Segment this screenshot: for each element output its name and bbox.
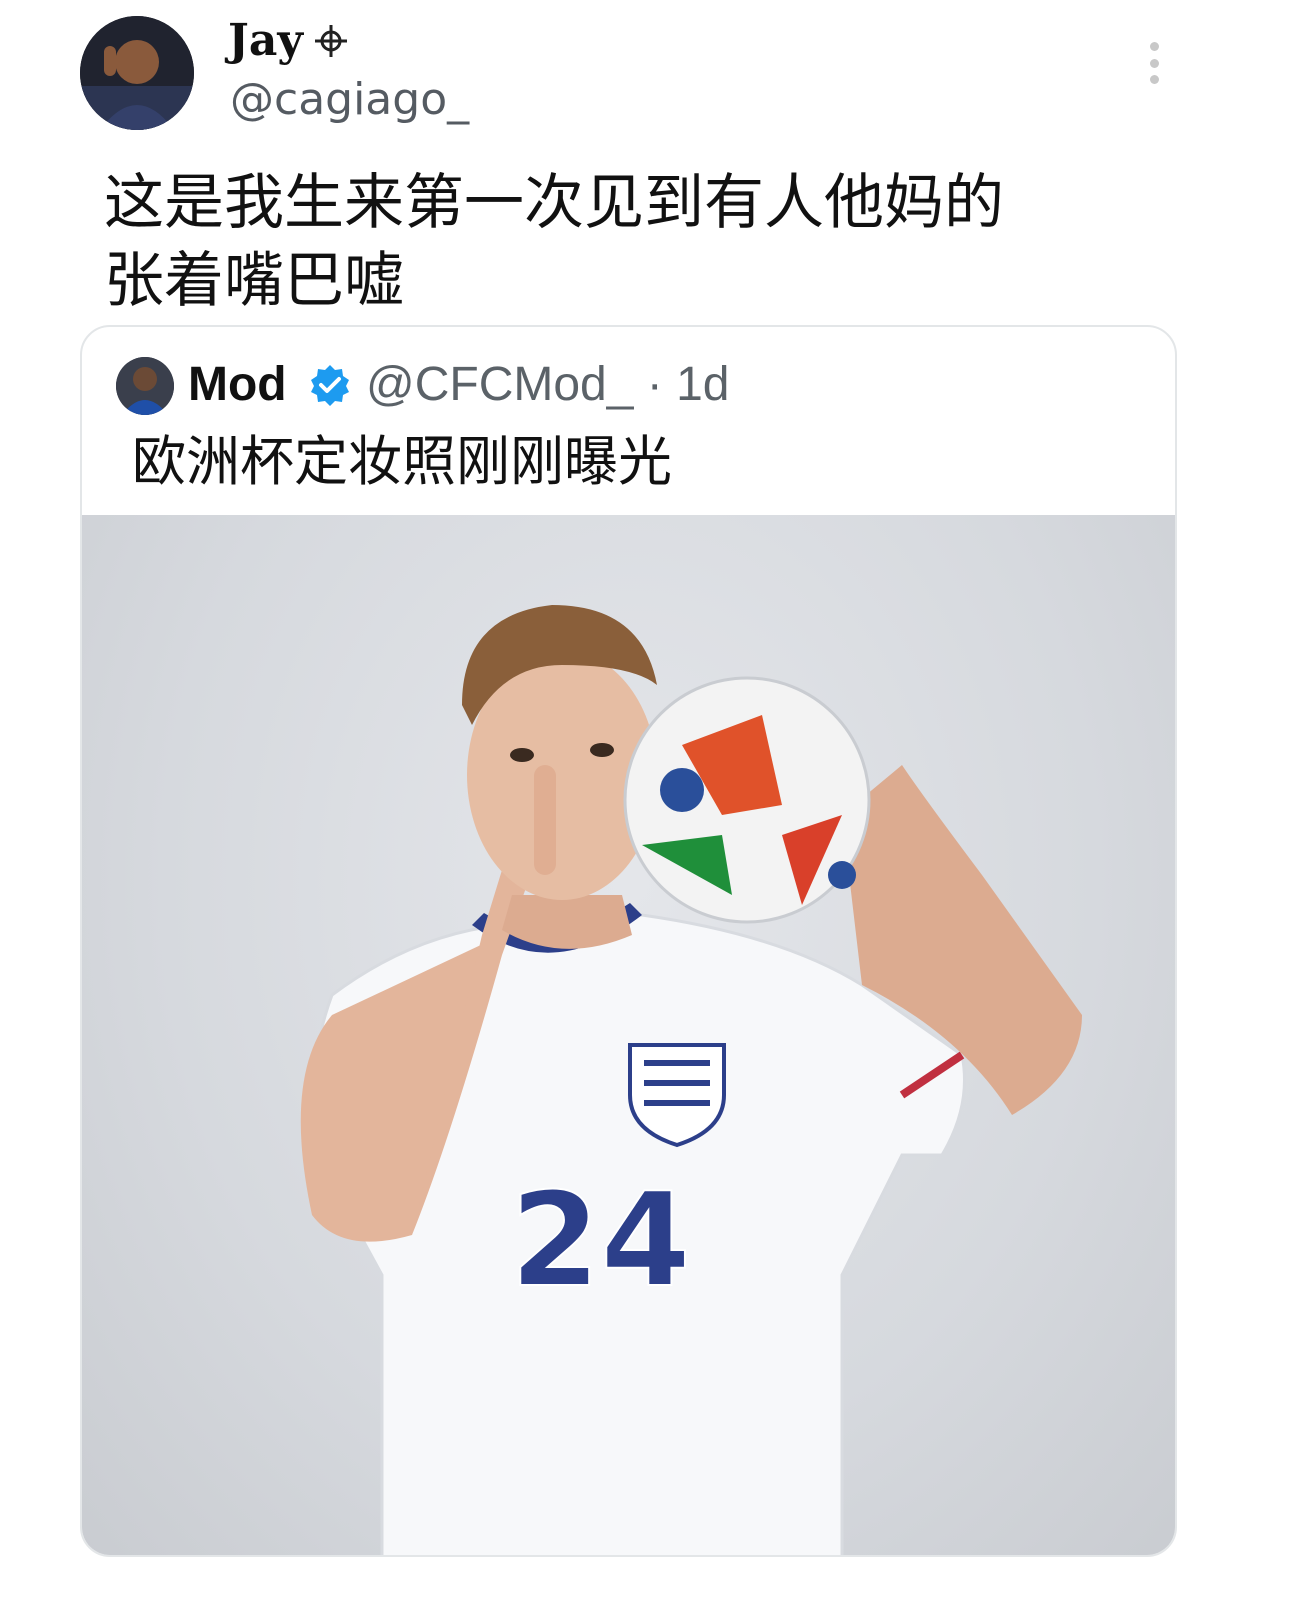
author-handle[interactable]: @cagiago_ [230, 72, 469, 128]
jersey-number: 24 [510, 1164, 691, 1316]
quoted-tweet-text: 欧洲杯定妆照刚刚曝光 [132, 430, 672, 493]
quoted-author-name[interactable]: Mod [188, 355, 287, 415]
author-avatar[interactable] [80, 16, 194, 130]
crosshair-icon [315, 25, 347, 57]
quoted-author-avatar[interactable] [116, 357, 174, 415]
quoted-tweet-photo[interactable]: 24 [82, 515, 1175, 1555]
player-photo-illustration: 24 [300, 605, 1082, 1555]
quoted-tweet-card[interactable]: Mod @CFCMod_ · 1d 欧洲杯定妆照刚刚曝光 24 [80, 325, 1177, 1557]
verified-badge-icon [311, 365, 349, 406]
quoted-handle-time[interactable]: @CFCMod_ · 1d [366, 355, 730, 415]
tweet-text-line: 张着嘴巴嘘 [104, 246, 404, 316]
tweet-text: 这是我生来第一次见到有人他妈的 张着嘴巴嘘 [104, 164, 1164, 320]
tweet-text-line: 这是我生来第一次见到有人他妈的 [104, 168, 1004, 238]
vertical-ellipsis-icon[interactable] [1140, 42, 1168, 84]
author-display-name[interactable]: Jay [228, 14, 303, 68]
